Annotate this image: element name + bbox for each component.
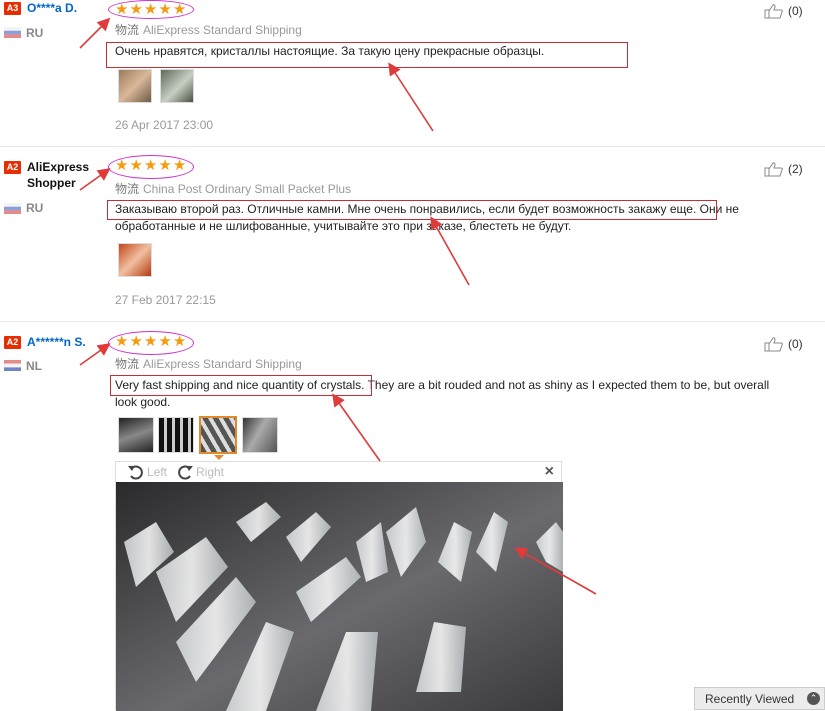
review-divider: [0, 146, 825, 147]
annotation-box: [106, 42, 628, 68]
annotation-box: [110, 375, 372, 396]
review-photo-thumb[interactable]: [118, 243, 152, 277]
rotate-right-icon: [178, 465, 193, 480]
like-button[interactable]: (2): [764, 161, 803, 177]
buyer-level-badge: A2: [4, 336, 21, 349]
shipping-method: 物流 AliExpress Standard Shipping: [115, 355, 302, 372]
reviewer-name[interactable]: O****a D.: [27, 1, 77, 15]
shipping-label: 物流: [115, 357, 140, 371]
annotation-oval: [108, 0, 194, 19]
review-photo-thumb[interactable]: [160, 69, 194, 103]
chevron-up-icon: ⌃: [807, 692, 820, 705]
shipping-label: 物流: [115, 23, 140, 37]
reviewer-name[interactable]: AliExpress Shopper: [27, 159, 97, 191]
rotate-left-label: Left: [147, 465, 168, 479]
review-photo-thumb[interactable]: [118, 69, 152, 103]
rotate-right-label: Right: [196, 465, 225, 479]
flag-nl-icon: [4, 360, 21, 371]
review-photo-thumb[interactable]: [118, 417, 154, 453]
reviewer-country: RU: [26, 201, 44, 215]
recently-viewed-tab[interactable]: Recently Viewed ⌃: [694, 687, 825, 710]
rotate-left-button[interactable]: Left: [127, 463, 167, 481]
like-count: (2): [788, 162, 803, 176]
buyer-level-badge: A2: [4, 161, 21, 174]
close-button[interactable]: ×: [545, 463, 554, 481]
annotation-arrow: [388, 62, 434, 132]
review-photo-thumb-selected[interactable]: [199, 416, 237, 454]
review-photo-large: [116, 482, 563, 711]
reviewer-name[interactable]: A******n S.: [27, 335, 86, 349]
selected-thumb-pointer: [214, 455, 224, 460]
review-date: 27 Feb 2017 22:15: [115, 293, 216, 307]
like-button[interactable]: (0): [764, 3, 803, 19]
like-count: (0): [788, 4, 803, 18]
shipping-value: AliExpress Standard Shipping: [143, 357, 302, 371]
reviewer-country: RU: [26, 26, 44, 40]
photo-viewer-toolbar: Left Right ×: [116, 462, 563, 482]
crystal-photo-image: [116, 482, 563, 711]
recently-viewed-label: Recently Viewed: [705, 692, 795, 706]
photo-viewer: Left Right ×: [115, 461, 563, 711]
annotation-box: [107, 200, 717, 220]
annotation-oval: [108, 331, 194, 355]
like-button[interactable]: (0): [764, 336, 803, 352]
annotation-arrow: [79, 17, 111, 49]
reviewer-country: NL: [26, 359, 42, 373]
annotation-oval: [108, 155, 194, 179]
rotate-right-button[interactable]: Right: [176, 463, 224, 481]
shipping-method: 物流 China Post Ordinary Small Packet Plus: [115, 180, 351, 197]
thumbs-up-icon: [764, 337, 783, 352]
review-divider: [0, 321, 825, 322]
like-count: (0): [788, 337, 803, 351]
flag-ru-icon: [4, 27, 21, 38]
review-photo-thumb[interactable]: [158, 417, 194, 453]
buyer-level-badge: A3: [4, 2, 21, 15]
review-photo-thumb[interactable]: [242, 417, 278, 453]
shipping-label: 物流: [115, 182, 140, 196]
thumbs-up-icon: [764, 4, 783, 19]
rotate-left-icon: [128, 465, 143, 480]
shipping-value: AliExpress Standard Shipping: [143, 23, 302, 37]
flag-ru-icon: [4, 203, 21, 214]
thumbs-up-icon: [764, 162, 783, 177]
shipping-method: 物流 AliExpress Standard Shipping: [115, 21, 302, 38]
shipping-value: China Post Ordinary Small Packet Plus: [143, 182, 352, 196]
review-date: 26 Apr 2017 23:00: [115, 118, 214, 132]
